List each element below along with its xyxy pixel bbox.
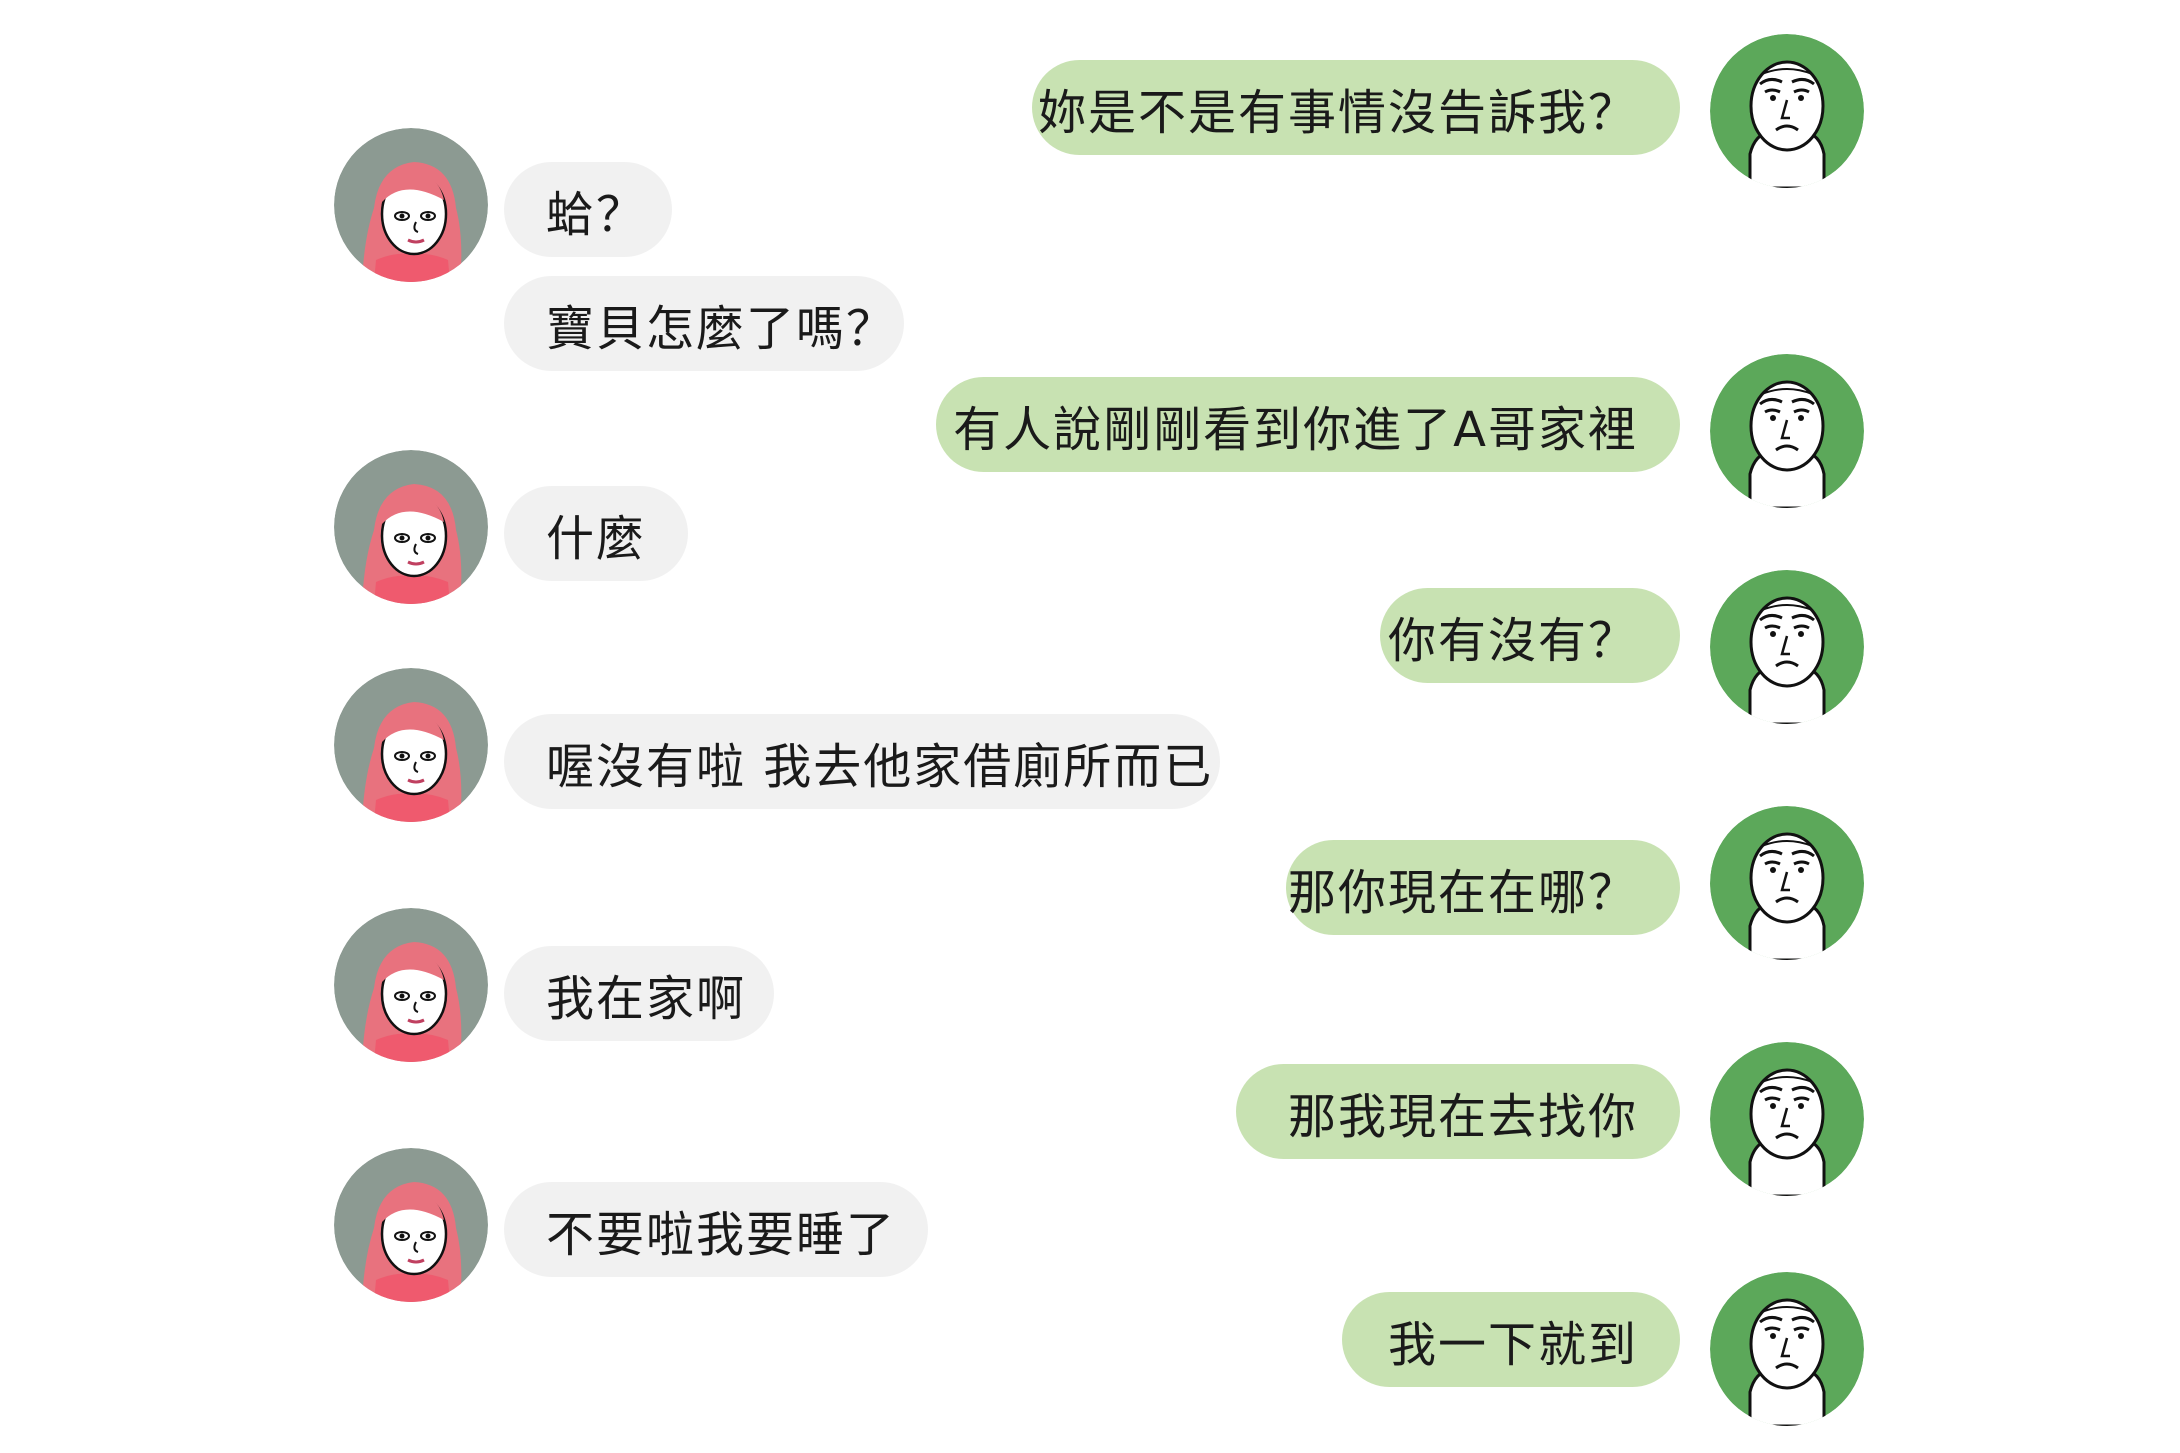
pink-hair-girl-icon [334,668,488,822]
pink-hair-girl-icon [334,908,488,1062]
rage-face-man-icon [1710,1042,1864,1196]
chat-thread: 妳是不是有事情沒告訴我？ 蛤？ 寶貝怎麼了嗎？ 有人說剛剛看到你進了A哥家裡 什… [0,0,2180,1453]
message-bubble-self: 妳是不是有事情沒告訴我？ [1032,60,1680,155]
message-bubble-other: 寶貝怎麼了嗎？ [504,276,904,371]
message-bubble-self: 你有沒有？ [1380,588,1680,683]
message-bubble-self: 有人說剛剛看到你進了A哥家裡 [936,377,1680,472]
message-bubble-other: 不要啦我要睡了 [504,1182,928,1277]
rage-face-man-icon [1710,806,1864,960]
message-bubble-self: 我一下就到 [1342,1292,1680,1387]
pink-hair-girl-icon [334,128,488,282]
message-bubble-other: 我在家啊 [504,946,774,1041]
message-bubble-other: 什麼 [504,486,688,581]
rage-face-man-icon [1710,1272,1864,1426]
pink-hair-girl-icon [334,1148,488,1302]
message-bubble-self: 那我現在去找你 [1236,1064,1680,1159]
rage-face-man-icon [1710,354,1864,508]
rage-face-man-icon [1710,34,1864,188]
pink-hair-girl-icon [334,450,488,604]
message-bubble-other: 蛤？ [504,162,672,257]
message-bubble-other: 喔沒有啦 我去他家借廁所而已 [504,714,1220,809]
rage-face-man-icon [1710,570,1864,724]
message-bubble-self: 那你現在在哪？ [1286,840,1680,935]
